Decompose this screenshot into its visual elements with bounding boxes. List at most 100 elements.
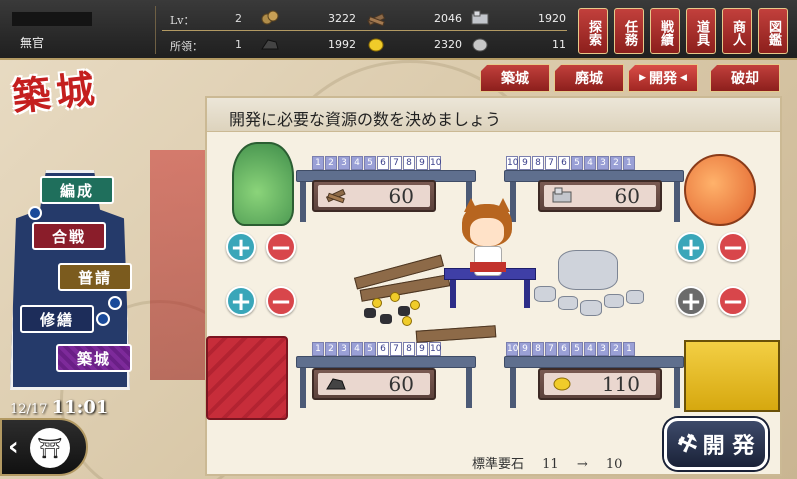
coal-chunk — [398, 306, 410, 316]
scale-step[interactable]: 3 — [338, 156, 350, 170]
scale-step[interactable]: 5 — [364, 156, 376, 170]
nav-castle-build[interactable]: 築城 — [56, 344, 132, 372]
clock-date: 12/17 — [10, 402, 48, 417]
scale-step[interactable]: 3 — [338, 342, 350, 356]
level-label: Lv： — [170, 14, 195, 27]
develop-button[interactable]: ⚒ 開 発 — [664, 418, 768, 470]
lumber-plus-button[interactable]: + — [226, 232, 256, 262]
amount-scale-gold[interactable]: 10 9 8 7 6 5 4 3 2 1 — [506, 342, 635, 356]
tab-destroy[interactable]: 破却 — [710, 64, 780, 92]
amount-scale-iron[interactable]: 1 2 3 4 5 6 7 8 9 10 — [312, 342, 441, 356]
iron-amount-box: 60 — [312, 368, 436, 400]
nav-construction[interactable]: 普請 — [58, 263, 132, 291]
scale-step[interactable]: 10 — [506, 156, 518, 170]
tab-develop[interactable]: 開発 — [628, 64, 698, 92]
iron-minus-button[interactable]: − — [266, 286, 296, 316]
scale-step[interactable]: 9 — [416, 342, 428, 356]
table-leg — [466, 368, 472, 408]
clock-time: 11:01 — [51, 397, 109, 418]
status-bar: 無官 Lv： 2 所領： 1 3222 2046 1920 1992 2320 … — [0, 0, 797, 60]
scale-step[interactable]: 5 — [364, 342, 376, 356]
scale-step[interactable]: 8 — [403, 156, 415, 170]
records-button[interactable]: 戦績 — [650, 8, 680, 54]
scale-step[interactable]: 7 — [390, 342, 402, 356]
stone-minus-button[interactable]: − — [718, 232, 748, 262]
iron-ore-icon — [326, 378, 346, 390]
clock: 12/17 11:01 — [10, 397, 108, 418]
scale-step[interactable]: 6 — [377, 156, 389, 170]
scale-step[interactable]: 2 — [325, 156, 337, 170]
scale-step[interactable]: 1 — [312, 342, 324, 356]
quests-button[interactable]: 任務 — [614, 8, 644, 54]
scale-step[interactable]: 4 — [351, 156, 363, 170]
explore-button[interactable]: 探索 — [578, 8, 608, 54]
nav-repair[interactable]: 修繕 — [20, 305, 94, 333]
scale-step[interactable]: 1 — [623, 156, 635, 170]
scale-step[interactable]: 2 — [610, 342, 622, 356]
scale-step[interactable]: 1 — [623, 342, 635, 356]
lumber-icon — [325, 188, 346, 204]
territory-label: 所領： — [170, 40, 203, 53]
scale-step[interactable]: 7 — [390, 156, 402, 170]
stone-icon — [471, 10, 489, 25]
scale-step[interactable]: 2 — [325, 342, 337, 356]
level-value: 2 — [235, 12, 242, 25]
tab-build[interactable]: 築城 — [480, 64, 550, 92]
gold-nugget — [402, 316, 412, 326]
charcoal-pot-image — [684, 154, 756, 226]
panel-header: 開発に必要な資源の数を決めましょう — [207, 98, 780, 132]
scale-step[interactable]: 10 — [506, 342, 518, 356]
gold-minus-button[interactable]: − — [718, 286, 748, 316]
scale-step[interactable]: 6 — [377, 342, 389, 356]
scale-step[interactable]: 7 — [545, 156, 557, 170]
items-button[interactable]: 道具 — [686, 8, 716, 54]
scale-step[interactable]: 10 — [429, 342, 441, 356]
resource-rice-bale: 11 — [470, 35, 570, 55]
nav-formation[interactable]: 編成 — [40, 176, 114, 204]
rock — [604, 294, 624, 308]
iron-plus-button[interactable]: + — [226, 286, 256, 316]
rock — [626, 290, 644, 304]
scale-step[interactable]: 7 — [545, 342, 557, 356]
scale-step[interactable]: 2 — [610, 156, 622, 170]
scale-step[interactable]: 8 — [403, 342, 415, 356]
required-stone-to: 10 — [605, 457, 623, 472]
scale-step[interactable]: 8 — [532, 156, 544, 170]
amount-scale-stone[interactable]: 10 9 8 7 6 5 4 3 2 1 — [506, 156, 635, 170]
encyclopedia-button[interactable]: 図鑑 — [758, 8, 788, 54]
nav-battle[interactable]: 合戦 — [32, 222, 106, 250]
scale-step[interactable]: 3 — [597, 156, 609, 170]
hammer-icon: ⚒ — [673, 428, 702, 460]
scale-step[interactable]: 9 — [519, 156, 531, 170]
panel-instruction: 開発に必要な資源の数を決めましょう — [229, 110, 502, 129]
required-stone-info: 標準要石 11 → 10 — [472, 453, 636, 472]
rice-bale-icon — [472, 38, 488, 52]
scale-step[interactable]: 5 — [571, 156, 583, 170]
scale-step[interactable]: 4 — [584, 156, 596, 170]
amount-scale-lumber[interactable]: 1 2 3 4 5 6 7 8 9 10 — [312, 156, 441, 170]
status-divider — [162, 30, 567, 31]
gold-nugget — [372, 298, 382, 308]
home-button[interactable]: ‹ ⛩ — [0, 418, 88, 476]
scale-step[interactable]: 8 — [532, 342, 544, 356]
scale-step[interactable]: 9 — [416, 156, 428, 170]
stone-plus-button[interactable]: + — [676, 232, 706, 262]
scale-step[interactable]: 10 — [429, 156, 441, 170]
merchant-button[interactable]: 商人 — [722, 8, 752, 54]
lumber-minus-button[interactable]: − — [266, 232, 296, 262]
scale-step[interactable]: 6 — [558, 156, 570, 170]
scale-step[interactable]: 5 — [571, 342, 583, 356]
scale-step[interactable]: 4 — [584, 342, 596, 356]
scale-step[interactable]: 9 — [519, 342, 531, 356]
scale-step[interactable]: 1 — [312, 156, 324, 170]
tab-abandon[interactable]: 廃城 — [554, 64, 624, 92]
scale-step[interactable]: 6 — [558, 342, 570, 356]
scale-step[interactable]: 3 — [597, 342, 609, 356]
page-title: 築城 — [10, 65, 103, 120]
table-leg — [510, 368, 516, 408]
gold-plus-button[interactable]: + — [676, 286, 706, 316]
rock — [558, 250, 618, 290]
gold-icon — [368, 38, 384, 52]
scale-step[interactable]: 4 — [351, 342, 363, 356]
lumber-sack-image — [232, 142, 294, 226]
